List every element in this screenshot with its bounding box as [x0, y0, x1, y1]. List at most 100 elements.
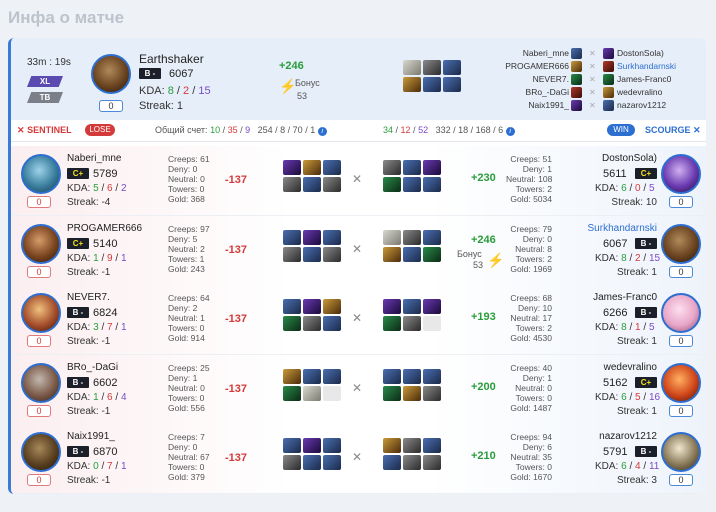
- player-name[interactable]: Earthshaker: [139, 52, 204, 66]
- item-slot[interactable]: [423, 299, 441, 314]
- item-slot[interactable]: [403, 385, 421, 401]
- item-slot[interactable]: [283, 438, 301, 453]
- item-slot[interactable]: [323, 246, 341, 262]
- item-slot[interactable]: [383, 177, 401, 192]
- item-slot[interactable]: [423, 177, 441, 192]
- item-slot[interactable]: [323, 368, 341, 384]
- item-slot[interactable]: [423, 246, 441, 262]
- item-slot[interactable]: [303, 229, 321, 245]
- mini-right-player[interactable]: Surkhandarnski: [617, 61, 676, 71]
- item-slot[interactable]: [283, 246, 301, 262]
- item-slot[interactable]: [403, 438, 421, 453]
- hero-avatar[interactable]: [21, 223, 61, 264]
- item-slot[interactable]: [303, 455, 321, 470]
- hero-avatar[interactable]: [21, 154, 61, 194]
- item-slot[interactable]: [323, 385, 341, 401]
- item-slot[interactable]: [303, 160, 321, 175]
- item-slot[interactable]: [383, 368, 401, 384]
- hero-avatar[interactable]: [661, 223, 701, 264]
- hero-avatar[interactable]: [661, 154, 701, 194]
- item-slot[interactable]: [283, 455, 301, 470]
- item-slot[interactable]: [423, 385, 441, 401]
- item-slot[interactable]: [403, 160, 421, 175]
- mini-left-player[interactable]: NEVER7.: [489, 74, 569, 84]
- hero-avatar[interactable]: [661, 432, 701, 472]
- player-name[interactable]: PROGAMER666: [67, 223, 143, 234]
- player-name[interactable]: NEVER7.: [67, 292, 143, 303]
- item-slot[interactable]: [283, 316, 301, 331]
- item-slot[interactable]: [383, 160, 401, 175]
- mini-left-player[interactable]: PROGAMER666: [489, 61, 569, 71]
- mini-right-player[interactable]: nazarov1212: [617, 100, 666, 110]
- item-slot[interactable]: [303, 316, 321, 331]
- item-slot[interactable]: [303, 368, 321, 384]
- item-slot[interactable]: [323, 316, 341, 331]
- item-slot[interactable]: [283, 368, 301, 384]
- item-slot[interactable]: [443, 77, 461, 92]
- item-slot[interactable]: [283, 299, 301, 314]
- item-slot[interactable]: [303, 385, 321, 401]
- info-icon[interactable]: i: [317, 127, 327, 136]
- item-slot[interactable]: [323, 455, 341, 470]
- item-slot[interactable]: [383, 246, 401, 262]
- item-slot[interactable]: [323, 229, 341, 245]
- item-slot[interactable]: [323, 299, 341, 314]
- hero-avatar[interactable]: [21, 432, 61, 472]
- mini-left-player[interactable]: Naberi_mne: [489, 48, 569, 58]
- mini-left-player[interactable]: BRo_-DaGi: [489, 87, 569, 97]
- item-slot[interactable]: [423, 77, 441, 92]
- mini-left-player[interactable]: Naix1991_: [489, 100, 569, 110]
- player-name[interactable]: BRo_-DaGi: [67, 362, 143, 373]
- item-slot[interactable]: [423, 455, 441, 470]
- item-slot[interactable]: [283, 385, 301, 401]
- mini-right-player[interactable]: wedevralino: [617, 87, 662, 97]
- item-slot[interactable]: [403, 299, 421, 314]
- item-slot[interactable]: [403, 455, 421, 470]
- player-name[interactable]: Naix1991_: [67, 431, 143, 442]
- item-slot[interactable]: [403, 316, 421, 331]
- item-slot[interactable]: [383, 438, 401, 453]
- item-slot[interactable]: [323, 438, 341, 453]
- item-slot[interactable]: [403, 229, 421, 245]
- info-icon[interactable]: i: [505, 127, 515, 136]
- item-slot[interactable]: [323, 160, 341, 175]
- player-name[interactable]: Surkhandarnski: [571, 223, 657, 234]
- item-slot[interactable]: [403, 177, 421, 192]
- hero-avatar[interactable]: [661, 293, 701, 333]
- item-slot[interactable]: [383, 229, 401, 245]
- item-slot[interactable]: [403, 77, 421, 92]
- item-slot[interactable]: [423, 368, 441, 384]
- item-slot[interactable]: [303, 246, 321, 262]
- item-slot[interactable]: [423, 316, 441, 331]
- item-slot[interactable]: [423, 160, 441, 175]
- item-slot[interactable]: [383, 385, 401, 401]
- item-slot[interactable]: [303, 438, 321, 453]
- item-slot[interactable]: [423, 229, 441, 245]
- player-name[interactable]: James-Franc0: [571, 292, 657, 303]
- item-slot[interactable]: [423, 438, 441, 453]
- player-name[interactable]: wedevralino: [571, 362, 657, 373]
- player-name[interactable]: DostonSola): [571, 153, 657, 164]
- item-slot[interactable]: [283, 160, 301, 175]
- item-slot[interactable]: [423, 60, 441, 75]
- mini-right-player[interactable]: James-Franc0: [617, 74, 671, 84]
- item-slot[interactable]: [303, 299, 321, 314]
- item-slot[interactable]: [403, 246, 421, 262]
- item-slot[interactable]: [323, 177, 341, 192]
- item-slot[interactable]: [443, 60, 461, 75]
- player-name[interactable]: Naberi_mne: [67, 153, 143, 164]
- item-slot[interactable]: [383, 455, 401, 470]
- mini-right-player[interactable]: DostonSola): [617, 48, 664, 58]
- hero-avatar[interactable]: [91, 54, 131, 94]
- item-slot[interactable]: [303, 177, 321, 192]
- player-name[interactable]: nazarov1212: [571, 431, 657, 442]
- hero-avatar[interactable]: [21, 362, 61, 403]
- hero-avatar[interactable]: [661, 362, 701, 403]
- hero-avatar[interactable]: [21, 293, 61, 333]
- item-slot[interactable]: [403, 60, 421, 75]
- item-slot[interactable]: [383, 316, 401, 331]
- item-slot[interactable]: [283, 229, 301, 245]
- item-slot[interactable]: [383, 299, 401, 314]
- item-slot[interactable]: [283, 177, 301, 192]
- item-slot[interactable]: [403, 368, 421, 384]
